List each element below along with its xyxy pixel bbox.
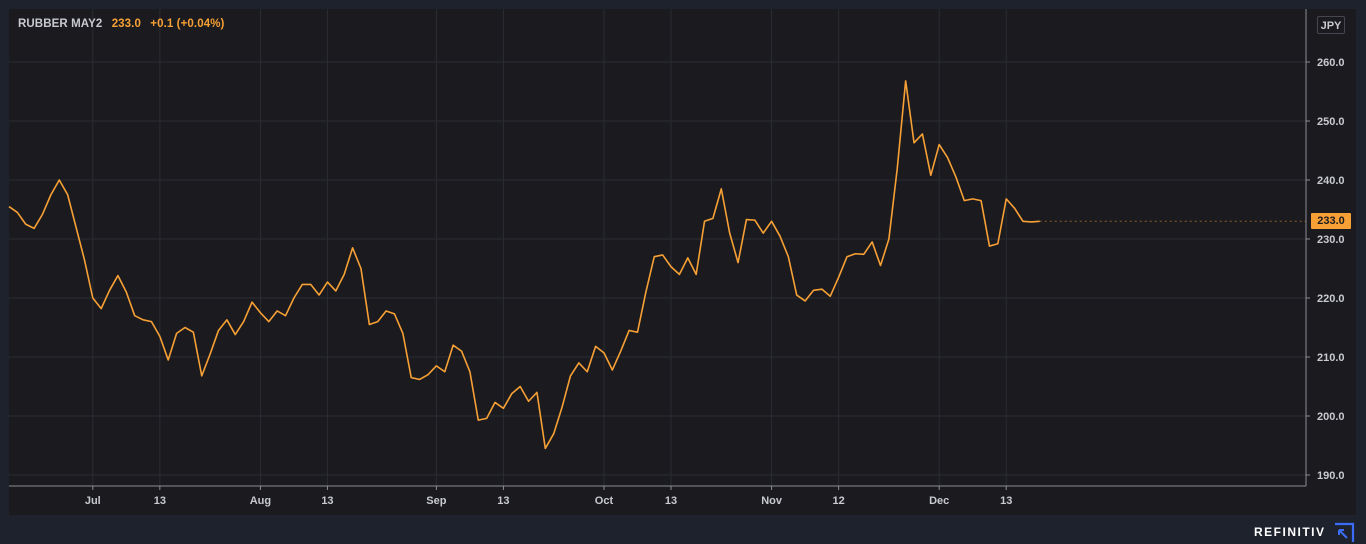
brand-name: REFINITIV [1254,525,1326,539]
price-chart[interactable]: 190.0 200.0 210.0 220.0 230.0 240.0 250.0 260.0… [0,0,1366,544]
x-tick-label: Oct [595,495,614,507]
chart-legend: RUBBER MAY2 233.0 +0.1 (+0.04%) [18,18,224,30]
y-tick-label: 190.0 [1317,470,1345,482]
x-tick-label: 12 [832,495,844,507]
x-tick-label: Nov [761,495,783,507]
x-tick-label: Sep [426,495,446,507]
series-line [8,80,1040,450]
y-tick-label: 230.0 [1317,234,1345,246]
x-tick-label: 13 [321,495,333,507]
x-tick-label: 13 [154,495,166,507]
x-tick-label: 13 [665,495,677,507]
instrument-symbol: RUBBER MAY2 [18,18,103,30]
y-tick-label: 240.0 [1317,175,1345,187]
currency-badge[interactable]: JPY [1317,16,1345,34]
x-tick-label: Aug [250,495,271,507]
last-value: 233.0 [111,18,141,30]
last-price-badge: 233.0 [1311,213,1351,229]
grid-lines [9,9,1306,486]
axes [9,9,1310,490]
y-tick-label: 210.0 [1317,352,1345,364]
x-tick-label: 13 [497,495,509,507]
x-tick-label: Dec [929,495,949,507]
y-axis-tick-labels: 190.0 200.0 210.0 220.0 230.0 240.0 250.0 260.0 [1317,57,1345,482]
price-change-percent: (+0.04%) [176,18,225,30]
x-axis-tick-labels: Jul 13 Aug 13 Sep 13 Oct 13 Nov 12 Dec 13 [85,495,1012,507]
y-tick-label: 220.0 [1317,293,1345,305]
y-tick-label: 250.0 [1317,116,1345,128]
y-tick-label: 200.0 [1317,411,1345,423]
x-tick-label: 13 [1000,495,1012,507]
price-change: +0.1 [150,18,174,30]
y-tick-label: 260.0 [1317,57,1345,69]
x-tick-label: Jul [85,495,101,507]
chart-frame: 190.0 200.0 210.0 220.0 230.0 240.0 250.0 260.0… [0,0,1366,544]
refinitiv-arrow-icon [1335,522,1355,542]
series-layer [8,80,1306,450]
